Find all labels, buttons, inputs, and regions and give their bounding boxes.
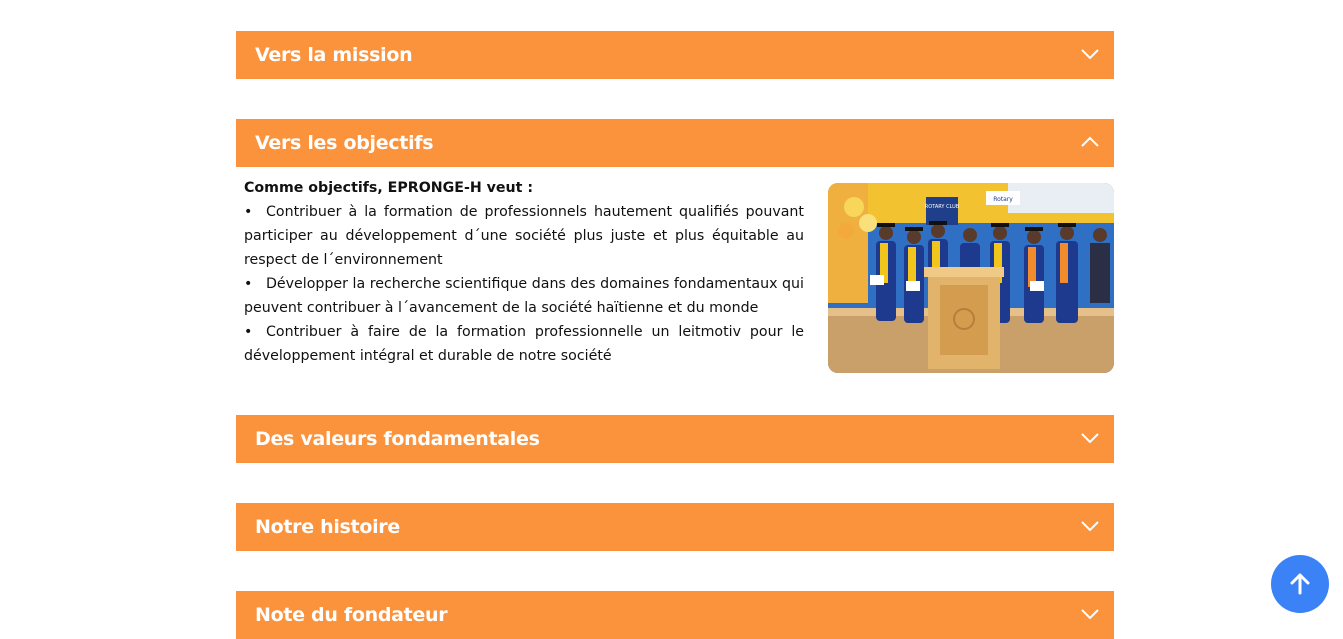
bullet-icon: • — [244, 276, 253, 292]
objectifs-lead: Comme objectifs, EPRONGE-H veut : — [244, 180, 534, 196]
objectif-item: • Développer la recherche scientifique da… — [244, 272, 804, 320]
chevron-down-icon — [1081, 521, 1099, 532]
accordion-header-label: Notre histoire — [255, 516, 400, 538]
accordion-header-mission[interactable]: Vers la mission — [236, 31, 1114, 79]
accordion-header-label: Des valeurs fondamentales — [255, 428, 540, 450]
objectifs-panel-text: Comme objectifs, EPRONGE-H veut : • Contr… — [244, 176, 804, 368]
chevron-down-icon — [1081, 49, 1099, 60]
objectif-item: • Contribuer à faire de la formation prof… — [244, 320, 804, 368]
graduation-photo: ROTARY CLUB Rotary — [828, 183, 1114, 373]
arrow-up-icon — [1290, 573, 1310, 595]
sign-text: Rotary — [993, 196, 1013, 203]
accordion-header-valeurs[interactable]: Des valeurs fondamentales — [236, 415, 1114, 463]
objectif-item: • Contribuer à la formation de profession… — [244, 200, 804, 272]
accordion-header-fondateur[interactable]: Note du fondateur — [236, 591, 1114, 639]
accordion-header-histoire[interactable]: Notre histoire — [236, 503, 1114, 551]
accordion-header-objectifs[interactable]: Vers les objectifs — [236, 119, 1114, 167]
chevron-down-icon — [1081, 609, 1099, 620]
bullet-icon: • — [244, 324, 253, 340]
banner-text: ROTARY CLUB — [925, 204, 960, 210]
bullet-icon: • — [244, 204, 253, 220]
chevron-up-icon — [1081, 136, 1099, 147]
accordion-header-label: Vers les objectifs — [255, 132, 434, 154]
accordion-header-label: Vers la mission — [255, 44, 413, 66]
scroll-to-top-button[interactable] — [1271, 555, 1329, 613]
accordion-header-label: Note du fondateur — [255, 604, 448, 626]
chevron-down-icon — [1081, 433, 1099, 444]
